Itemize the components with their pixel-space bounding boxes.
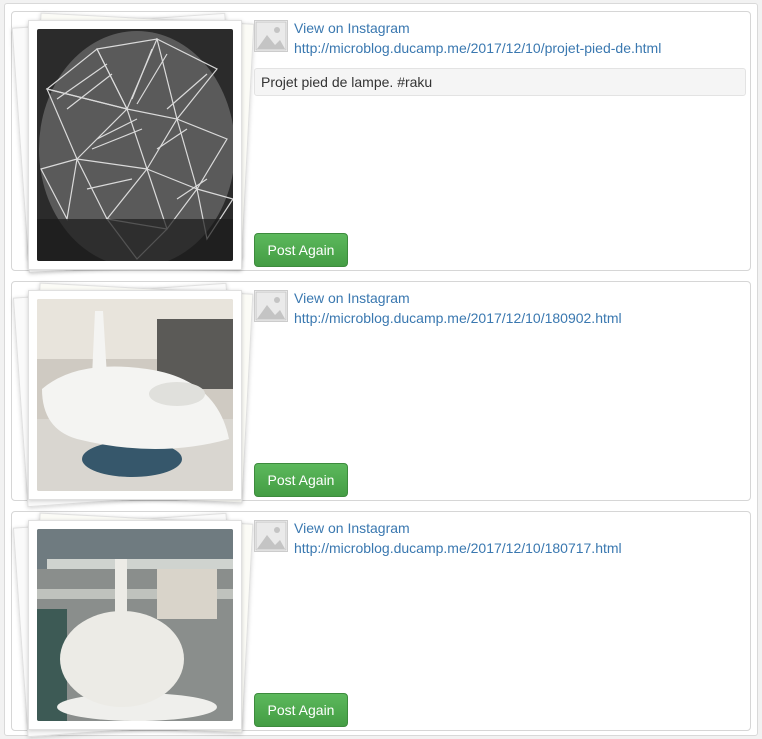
photo-stack [11,12,258,274]
lamp-base-photo [37,29,233,261]
round-vase-photo [37,529,233,721]
post-photo[interactable] [37,529,233,721]
post-photo[interactable] [37,29,233,261]
post-caption: Projet pied de lampe. #raku [254,68,746,96]
post-photo-frame[interactable] [28,520,242,730]
post-list-frame: View on Instagram http://microblog.ducam… [4,3,758,738]
post-photo[interactable] [37,299,233,491]
image-placeholder-icon [254,520,288,552]
post-card: View on Instagram http://microblog.ducam… [11,11,751,274]
image-placeholder-icon [254,290,288,322]
post-url-link[interactable]: http://microblog.ducamp.me/2017/12/10/18… [294,308,622,328]
post-card: View on Instagram http://microblog.ducam… [11,511,751,738]
image-placeholder-icon [254,20,288,52]
view-on-instagram-link[interactable]: View on Instagram [294,518,410,538]
vase-photo [37,299,233,491]
post-photo-frame[interactable] [28,20,242,270]
post-photo-frame[interactable] [28,290,242,500]
view-on-instagram-link[interactable]: View on Instagram [294,18,410,38]
post-again-button[interactable]: Post Again [254,463,348,497]
photo-stack [12,282,258,508]
photo-stack [12,512,258,738]
post-url-link[interactable]: http://microblog.ducamp.me/2017/12/10/pr… [294,38,661,58]
post-again-button[interactable]: Post Again [254,693,348,727]
view-on-instagram-link[interactable]: View on Instagram [294,288,410,308]
post-url-link[interactable]: http://microblog.ducamp.me/2017/12/10/18… [294,538,622,558]
post-again-button[interactable]: Post Again [254,233,348,267]
post-card: View on Instagram http://microblog.ducam… [11,281,751,508]
